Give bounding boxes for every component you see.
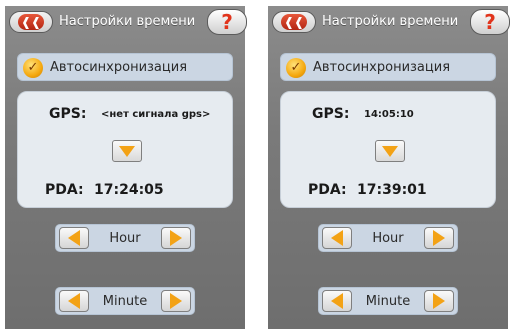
sync-down-button[interactable] [375, 140, 405, 162]
title-bar: ❰❰ Настройки времени ? [268, 6, 510, 38]
help-button[interactable]: ? [470, 9, 510, 35]
minute-increase-button[interactable] [161, 290, 191, 312]
triangle-left-icon [68, 293, 80, 309]
pda-time-value: 17:24:05 [94, 182, 164, 198]
minute-stepper: Minute [318, 287, 458, 315]
autosync-label: Автосинхронизация [313, 60, 451, 75]
minute-stepper: Minute [55, 287, 195, 315]
time-settings-screen-1: ❰❰ Настройки времени ? ✓ Автосинхронизац… [5, 6, 247, 329]
back-button[interactable]: ❰❰ [272, 11, 316, 33]
triangle-right-icon [170, 293, 182, 309]
question-mark-icon: ? [484, 10, 496, 34]
hour-decrease-button[interactable] [322, 227, 352, 249]
minute-decrease-button[interactable] [59, 290, 89, 312]
minute-increase-button[interactable] [424, 290, 454, 312]
minute-label: Minute [102, 294, 148, 309]
time-info-box: GPS: <нет сигнала gps> PDA: 17:24:05 [17, 91, 233, 208]
hour-increase-button[interactable] [424, 227, 454, 249]
help-button[interactable]: ? [207, 9, 247, 35]
hour-decrease-button[interactable] [59, 227, 89, 249]
triangle-left-icon [331, 293, 343, 309]
gps-time-value: <нет сигнала gps> [101, 109, 211, 120]
autosync-checkbox[interactable]: ✓ Автосинхронизация [17, 53, 233, 81]
checkmark-icon: ✓ [286, 58, 306, 78]
back-button[interactable]: ❰❰ [9, 11, 53, 33]
triangle-left-icon [68, 230, 80, 246]
pda-label: PDA: [45, 182, 84, 198]
title-bar: ❰❰ Настройки времени ? [5, 6, 247, 38]
arrow-left-icon: ❰❰ [281, 14, 307, 30]
pda-time-value: 17:39:01 [357, 182, 427, 198]
hour-stepper: Hour [318, 224, 458, 252]
triangle-down-icon [119, 145, 135, 157]
gps-time-value: 14:05:10 [364, 109, 414, 120]
autosync-checkbox[interactable]: ✓ Автосинхронизация [280, 53, 496, 81]
triangle-right-icon [433, 230, 445, 246]
checkmark-icon: ✓ [23, 58, 43, 78]
arrow-left-icon: ❰❰ [18, 14, 44, 30]
hour-increase-button[interactable] [161, 227, 191, 249]
hour-label: Hour [372, 231, 404, 246]
minute-decrease-button[interactable] [322, 290, 352, 312]
hour-stepper: Hour [55, 224, 195, 252]
triangle-down-icon [382, 145, 398, 157]
triangle-left-icon [331, 230, 343, 246]
gps-label: GPS: [312, 106, 350, 122]
pda-label: PDA: [308, 182, 347, 198]
hour-label: Hour [109, 231, 141, 246]
screen-title: Настройки времени [59, 14, 196, 29]
minute-label: Minute [365, 294, 411, 309]
triangle-right-icon [433, 293, 445, 309]
gps-label: GPS: [49, 106, 87, 122]
time-settings-screen-2: ❰❰ Настройки времени ? ✓ Автосинхронизац… [268, 6, 510, 329]
screen-title: Настройки времени [322, 14, 459, 29]
question-mark-icon: ? [221, 10, 233, 34]
autosync-label: Автосинхронизация [50, 60, 188, 75]
triangle-right-icon [170, 230, 182, 246]
time-info-box: GPS: 14:05:10 PDA: 17:39:01 [280, 91, 496, 208]
sync-down-button[interactable] [112, 140, 142, 162]
